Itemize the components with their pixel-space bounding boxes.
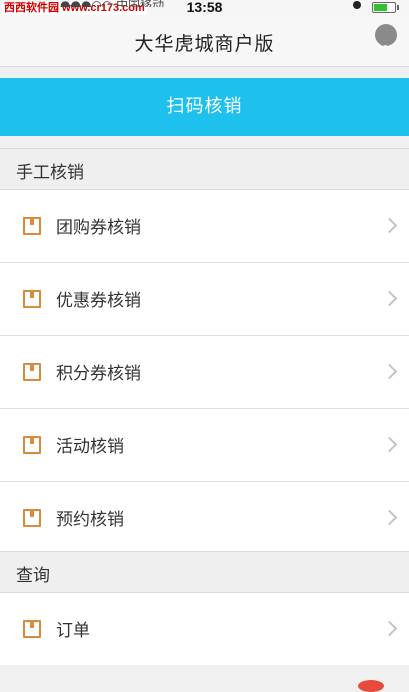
ticket-icon [23, 217, 41, 235]
list-item-label: 活动核销 [56, 437, 124, 457]
list-item-label: 积分券核销 [56, 364, 141, 384]
chevron-right-icon [381, 509, 398, 526]
ticket-icon [23, 620, 41, 638]
scan-verify-button[interactable]: 扫码核销 [0, 78, 409, 136]
section-header-manual: 手工核销 [0, 148, 409, 190]
ticket-icon [23, 290, 41, 308]
list-item-label: 团购券核销 [56, 218, 141, 238]
floating-badge[interactable] [358, 680, 384, 692]
list-item-coupon[interactable]: 优惠券核销 [0, 263, 409, 336]
list-item-label: 订单 [56, 621, 90, 641]
ticket-icon [23, 436, 41, 454]
manual-verify-list: 团购券核销 优惠券核销 积分券核销 活动核销 预约核销 [0, 190, 409, 554]
chevron-right-icon [381, 620, 398, 637]
list-item-activity[interactable]: 活动核销 [0, 409, 409, 482]
ticket-icon [23, 363, 41, 381]
status-time: 13:58 [186, 0, 223, 15]
chat-bubble-icon[interactable] [375, 24, 397, 49]
chevron-right-icon [381, 436, 398, 453]
chevron-right-icon [381, 290, 398, 307]
chevron-right-icon [381, 217, 398, 234]
chevron-right-icon [381, 363, 398, 380]
section-title: 查询 [16, 566, 50, 586]
list-item-orders[interactable]: 订单 [0, 593, 409, 665]
list-item-reservation[interactable]: 预约核销 [0, 482, 409, 554]
battery-icon [372, 2, 399, 13]
section-header-query: 查询 [0, 551, 409, 593]
list-item-label: 优惠券核销 [56, 291, 141, 311]
query-list: 订单 [0, 593, 409, 665]
ticket-icon [23, 509, 41, 527]
list-item-points[interactable]: 积分券核销 [0, 336, 409, 409]
alarm-icon [353, 1, 361, 9]
section-title: 手工核销 [16, 163, 84, 183]
page-title: 大华虎城商户版 [134, 33, 275, 55]
list-item-label: 预约核销 [56, 510, 124, 530]
nav-bar: 大华虎城商户版 [0, 16, 409, 67]
list-item-groupon[interactable]: 团购券核销 [0, 190, 409, 263]
status-bar: 西西软件园 www.cr173.com ●●●○○ 中国移动 13:58 [0, 0, 409, 16]
